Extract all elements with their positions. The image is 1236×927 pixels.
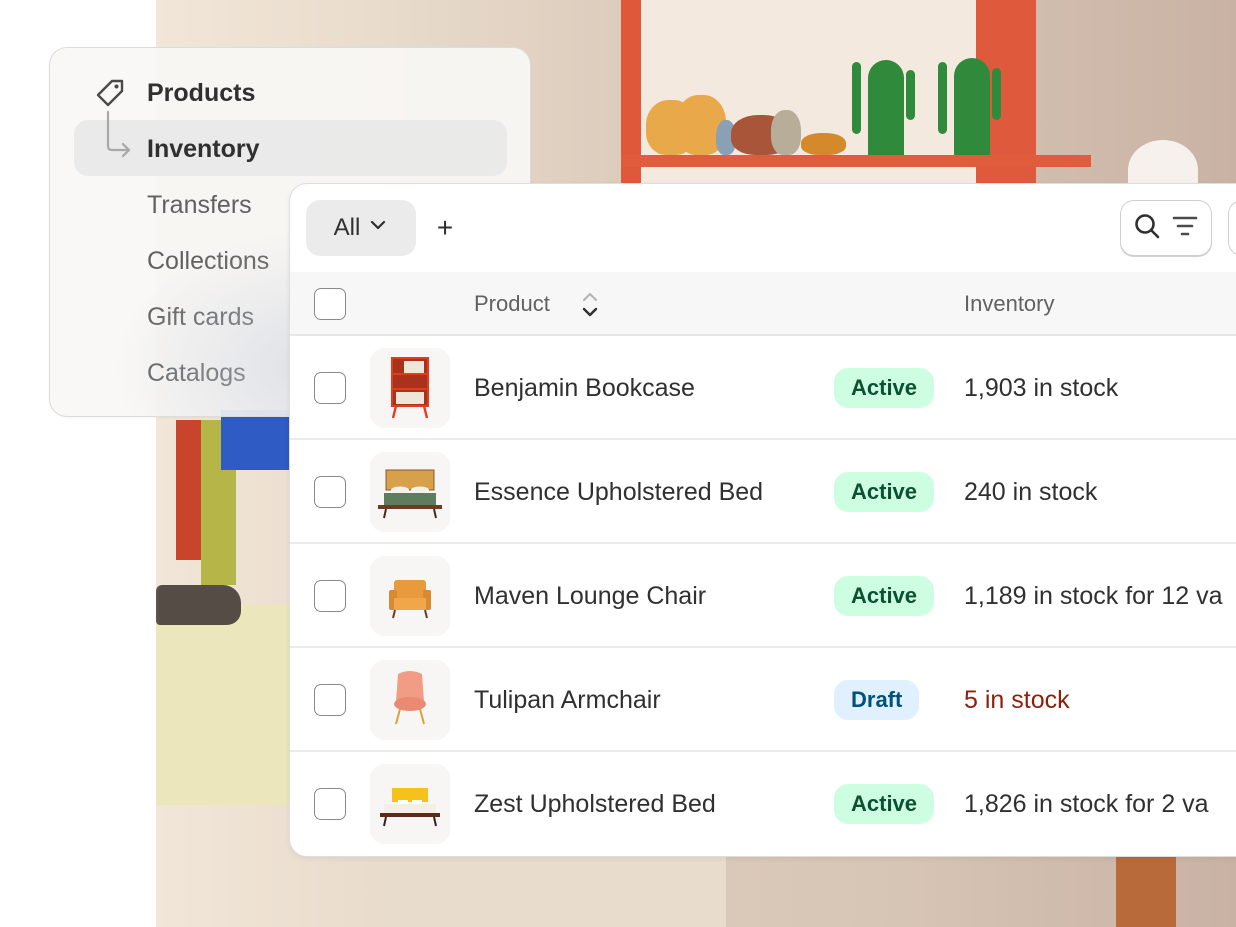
table-row[interactable]: Benjamin Bookcase Active 1,903 in stock — [290, 336, 1236, 440]
sort-icon[interactable] — [580, 290, 600, 320]
table-header: Product Inventory — [290, 272, 1236, 336]
column-header-product[interactable]: Product — [474, 272, 550, 336]
nav-item-gift-cards[interactable]: Gift cards — [147, 297, 254, 337]
nav-item-inventory[interactable]: Inventory — [147, 129, 260, 169]
row-checkbox[interactable] — [314, 476, 346, 508]
cactus-arm — [852, 62, 861, 134]
cactus-arm — [906, 70, 915, 120]
cactus-sculpture — [954, 58, 990, 156]
card-terminal — [156, 585, 241, 625]
row-checkbox[interactable] — [314, 788, 346, 820]
sort-button[interactable] — [1228, 200, 1236, 256]
row-checkbox[interactable] — [314, 684, 346, 716]
inventory-value: 1,903 in stock — [964, 374, 1119, 402]
product-thumbnail-bookcase — [370, 348, 450, 428]
row-checkbox[interactable] — [314, 372, 346, 404]
table-row[interactable]: Zest Upholstered Bed Active 1,826 in sto… — [290, 752, 1236, 856]
table-row[interactable]: Essence Upholstered Bed Active 240 in st… — [290, 440, 1236, 544]
status-badge: Active — [834, 472, 935, 512]
cactus-arm — [992, 68, 1001, 120]
product-name[interactable]: Benjamin Bookcase — [474, 336, 695, 440]
inventory-value: 1,189 in stock for 12 va — [964, 582, 1223, 610]
search-filter-button[interactable] — [1120, 200, 1212, 256]
view-tab-all[interactable]: All — [306, 200, 416, 256]
product-thumbnail-bed — [370, 452, 450, 532]
view-tab-label: All — [333, 214, 361, 241]
product-name[interactable]: Tulipan Armchair — [474, 648, 661, 752]
person-leg — [1116, 850, 1176, 927]
select-all-checkbox[interactable] — [314, 288, 346, 320]
status-badge: Active — [834, 576, 935, 616]
nav-item-products[interactable]: Products — [147, 73, 255, 113]
table-row[interactable]: Tulipan Armchair Draft 5 in stock — [290, 648, 1236, 752]
inventory-value: 5 in stock — [964, 686, 1070, 714]
search-icon — [1133, 212, 1161, 245]
product-thumbnail-lounge-chair — [370, 556, 450, 636]
display-table — [156, 605, 296, 805]
tag-icon — [95, 78, 125, 108]
product-name[interactable]: Essence Upholstered Bed — [474, 440, 763, 544]
product-thumbnail-bed — [370, 764, 450, 844]
inventory-value: 240 in stock — [964, 478, 1098, 506]
cactus-arm — [938, 62, 947, 134]
tree-branch-arrow-icon — [105, 110, 135, 158]
table-toolbar: All + — [290, 184, 1236, 272]
shelf-board — [621, 155, 1091, 167]
cactus-sculpture — [868, 60, 904, 156]
nav-item-transfers[interactable]: Transfers — [147, 185, 252, 225]
nav-item-inventory-highlight[interactable] — [74, 120, 507, 176]
status-badge: Draft — [834, 680, 920, 720]
nav-item-collections[interactable]: Collections — [147, 241, 269, 281]
row-checkbox[interactable] — [314, 580, 346, 612]
vase — [771, 110, 801, 155]
status-badge: Active — [834, 368, 935, 408]
product-name[interactable]: Maven Lounge Chair — [474, 544, 706, 648]
chevron-down-icon — [368, 214, 388, 242]
add-view-button[interactable]: + — [430, 209, 460, 247]
vase — [801, 133, 846, 155]
nav-item-catalogs[interactable]: Catalogs — [147, 353, 246, 393]
inventory-value: 1,826 in stock for 2 va — [964, 790, 1209, 818]
table-row[interactable]: Maven Lounge Chair Active 1,189 in stock… — [290, 544, 1236, 648]
column-header-inventory[interactable]: Inventory — [964, 272, 1055, 336]
product-thumbnail-armchair — [370, 660, 450, 740]
product-name[interactable]: Zest Upholstered Bed — [474, 752, 716, 856]
filter-lines-icon — [1171, 212, 1199, 245]
status-badge: Active — [834, 784, 935, 824]
clothing — [221, 410, 291, 470]
product-table-card: All + Product Inventory Benjamin Bookcas… — [289, 183, 1236, 857]
floor — [376, 850, 726, 927]
